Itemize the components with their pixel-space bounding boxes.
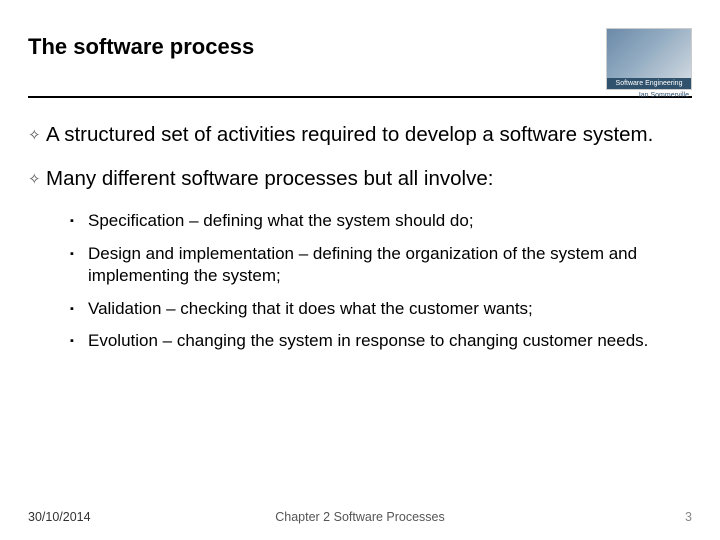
bullet-item: ✧ Many different software processes but … — [28, 166, 692, 192]
sub-bullet-item: ▪ Evolution – changing the system in res… — [70, 330, 692, 352]
logo-band-text: Software Engineering — [607, 78, 691, 89]
bullet-text: A structured set of activities required … — [46, 122, 692, 148]
sub-bullet-item: ▪ Validation – checking that it does wha… — [70, 298, 692, 320]
slide-footer: 30/10/2014 Chapter 2 Software Processes … — [0, 510, 720, 524]
square-bullet-icon: ▪ — [70, 330, 88, 349]
sub-bullet-item: ▪ Design and implementation – defining t… — [70, 243, 692, 288]
slide: The software process Software Engineerin… — [0, 0, 720, 540]
bullet-item: ✧ A structured set of activities require… — [28, 122, 692, 148]
header-row: The software process Software Engineerin… — [28, 28, 692, 90]
footer-page-number: 3 — [685, 510, 692, 524]
diamond-bullet-icon: ✧ — [28, 166, 46, 189]
slide-title: The software process — [28, 28, 254, 60]
diamond-bullet-icon: ✧ — [28, 122, 46, 145]
sub-bullet-text: Design and implementation – defining the… — [88, 243, 692, 288]
sub-bullet-text: Validation – checking that it does what … — [88, 298, 692, 320]
slide-body: ✧ A structured set of activities require… — [28, 122, 692, 353]
header-divider — [28, 96, 692, 98]
footer-date: 30/10/2014 — [28, 510, 91, 524]
square-bullet-icon: ▪ — [70, 210, 88, 229]
bullet-text: Many different software processes but al… — [46, 166, 692, 192]
sub-bullet-text: Specification – defining what the system… — [88, 210, 692, 232]
book-cover-logo: Software Engineering Ian Sommerville — [606, 28, 692, 90]
sub-bullet-text: Evolution – changing the system in respo… — [88, 330, 692, 352]
sub-bullet-item: ▪ Specification – defining what the syst… — [70, 210, 692, 232]
sub-bullet-list: ▪ Specification – defining what the syst… — [70, 210, 692, 352]
square-bullet-icon: ▪ — [70, 298, 88, 317]
square-bullet-icon: ▪ — [70, 243, 88, 262]
logo-author-text: Ian Sommerville — [639, 92, 689, 99]
footer-chapter: Chapter 2 Software Processes — [0, 510, 720, 524]
